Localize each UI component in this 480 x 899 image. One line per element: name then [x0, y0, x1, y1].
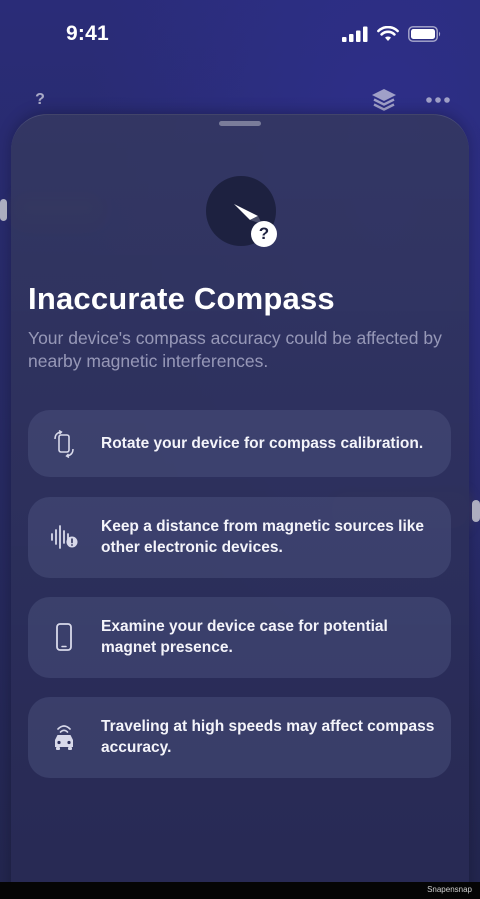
- help-button[interactable]: ?: [22, 84, 58, 116]
- ellipsis-icon: [426, 97, 450, 103]
- help-icon: ?: [35, 91, 45, 108]
- tip-card-speed: Traveling at high speeds may affect comp…: [28, 697, 451, 778]
- tip-card-rotate: Rotate your device for compass calibrati…: [28, 410, 451, 477]
- sheet-grabber[interactable]: [219, 121, 261, 126]
- status-time: 9:41: [66, 22, 109, 45]
- magnetic-waves-warning-icon: [50, 523, 78, 551]
- sheet-title: Inaccurate Compass: [28, 281, 335, 316]
- bottom-bar: [0, 882, 480, 899]
- compass-info-sheet: ? Inaccurate Compass Your device's compa…: [11, 114, 469, 899]
- tip-text: Examine your device case for potential m…: [101, 618, 388, 656]
- tip-text: Keep a distance from magnetic sources li…: [101, 518, 425, 556]
- cellular-signal-icon: [342, 26, 368, 42]
- sheet-subtitle: Your device's compass accuracy could be …: [28, 328, 442, 371]
- status-bar: 9:41: [0, 0, 480, 72]
- tip-text: Rotate your device for compass calibrati…: [101, 435, 424, 452]
- tip-card-magnetic: Keep a distance from magnetic sources li…: [28, 497, 451, 578]
- status-icons: [342, 26, 442, 42]
- layers-icon: [372, 89, 396, 111]
- tip-card-case: Examine your device case for potential m…: [28, 597, 451, 678]
- tip-text: Traveling at high speeds may affect comp…: [101, 718, 435, 756]
- wifi-icon: [377, 26, 399, 41]
- phone-case-icon: [50, 623, 78, 651]
- battery-icon: [408, 26, 441, 42]
- watermark: Snapensnap: [427, 885, 472, 894]
- more-button[interactable]: [420, 84, 456, 116]
- car-signal-icon: [50, 723, 78, 751]
- left-edge-handle: [0, 199, 7, 221]
- question-badge-icon: ?: [251, 221, 277, 247]
- layers-button[interactable]: [366, 84, 402, 116]
- right-edge-handle: [472, 500, 480, 522]
- rotate-device-icon: [50, 430, 78, 458]
